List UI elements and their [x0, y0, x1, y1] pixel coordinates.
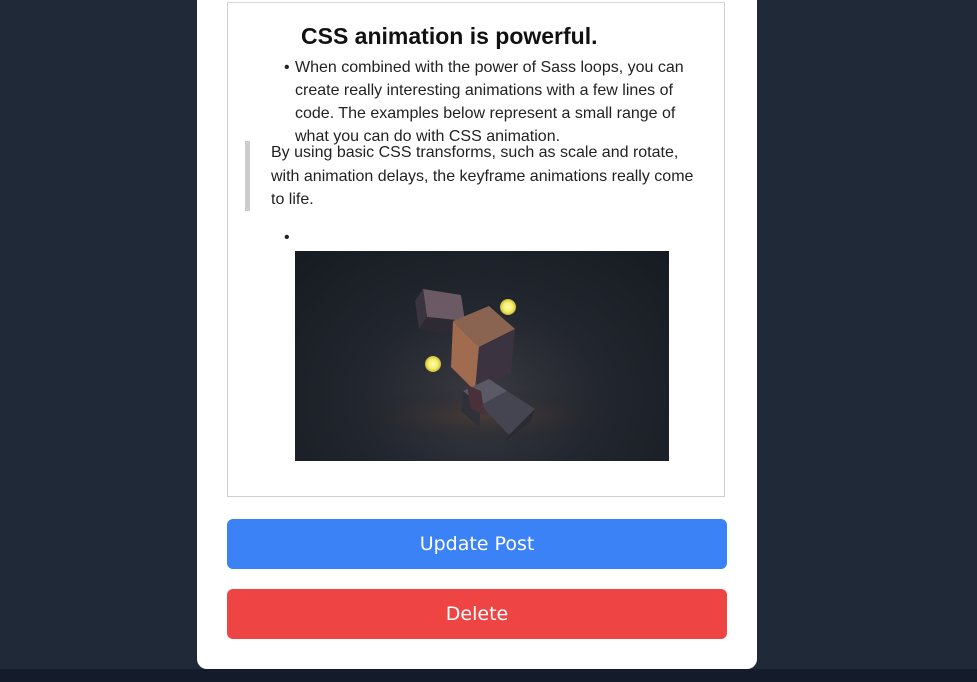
- bullet-marker: •: [284, 59, 290, 76]
- post-content-editor[interactable]: CSS animation is powerful. • When combin…: [227, 2, 725, 497]
- update-post-button[interactable]: Update Post: [227, 519, 727, 569]
- content-heading: CSS animation is powerful.: [301, 23, 598, 49]
- blockquote: By using basic CSS transforms, such as s…: [245, 141, 707, 211]
- edit-post-card: CSS animation is powerful. • When combin…: [197, 0, 757, 669]
- bullet-marker: •: [284, 229, 290, 246]
- delete-button[interactable]: Delete: [227, 589, 727, 639]
- cubes-illustration: [345, 289, 625, 444]
- bullet-paragraph: When combined with the power of Sass loo…: [295, 59, 684, 145]
- content-image: [295, 251, 669, 461]
- footer-strip: [0, 669, 977, 682]
